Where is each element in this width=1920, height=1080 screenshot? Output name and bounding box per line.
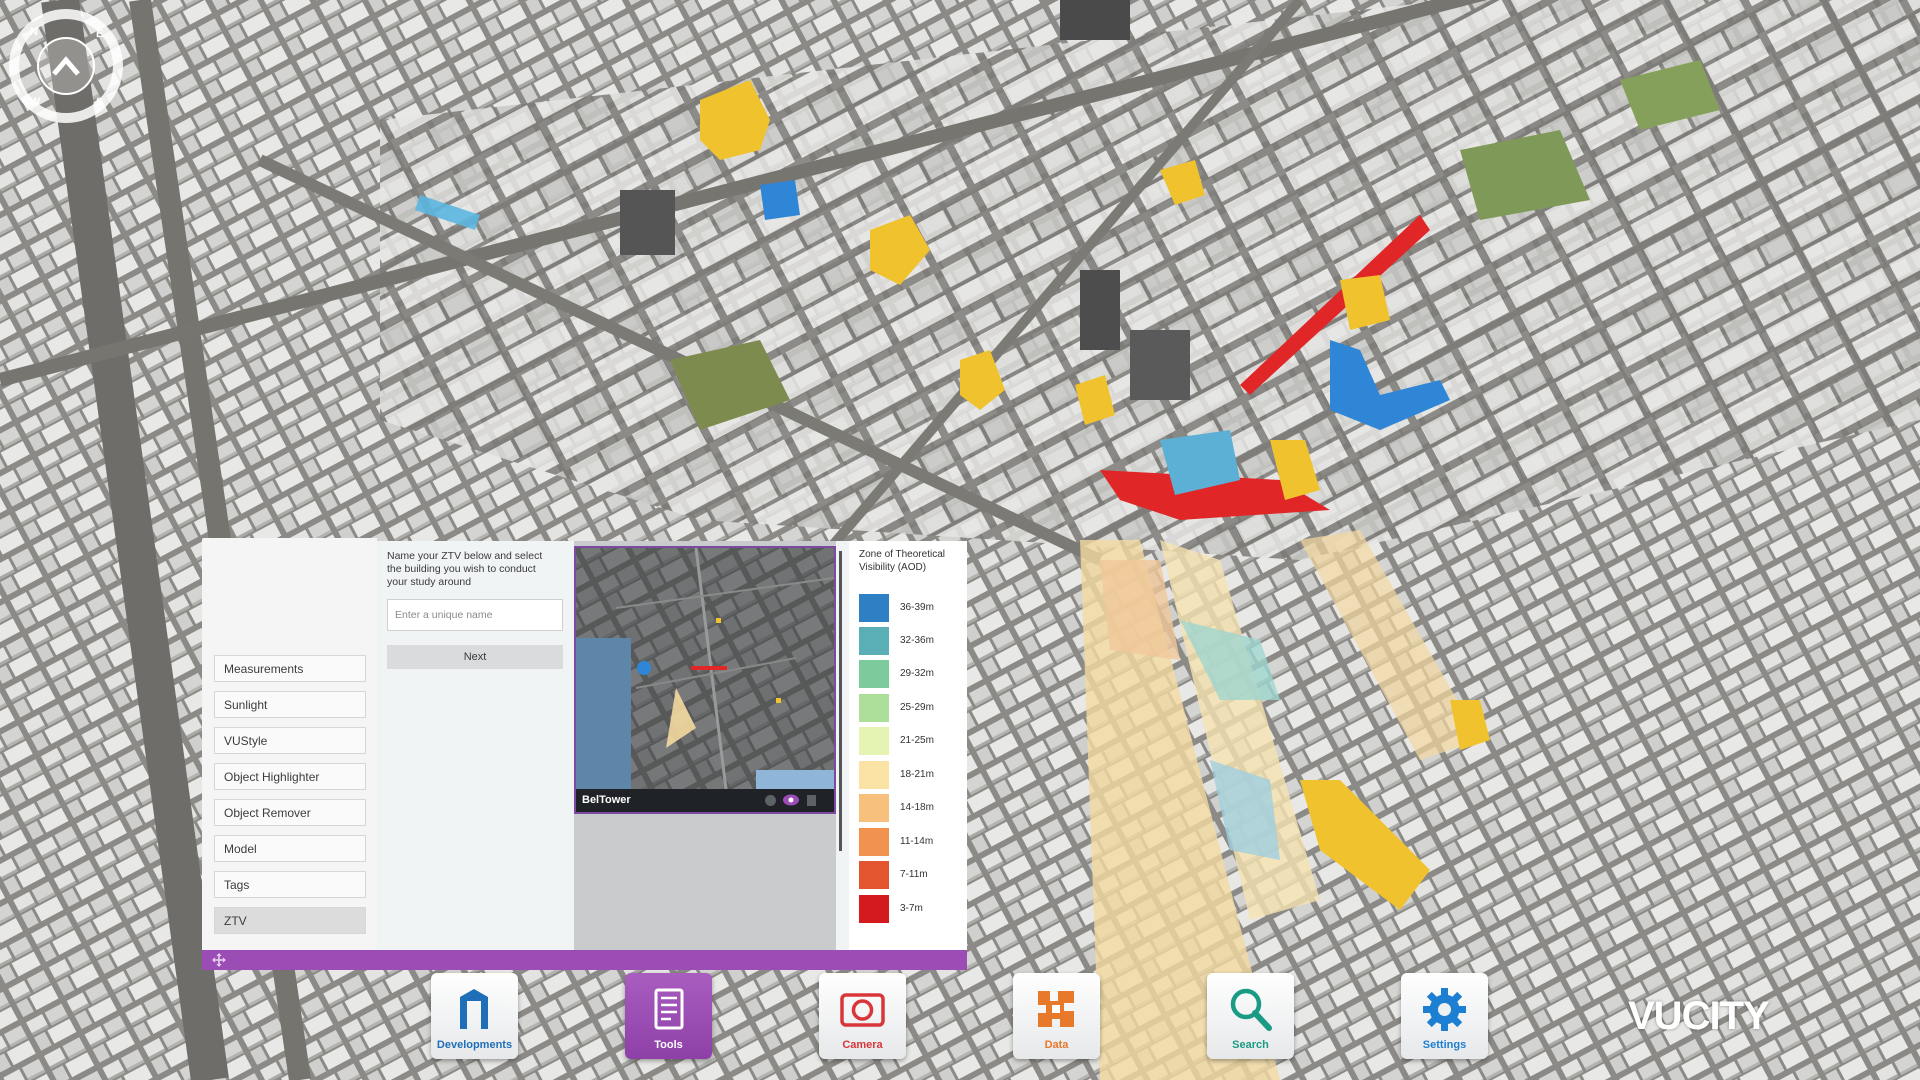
move-handle-icon[interactable] (212, 953, 226, 967)
legend-label: 36-39m (900, 602, 934, 613)
tools-icon (644, 985, 693, 1034)
legend-swatch (859, 594, 889, 622)
legend-swatch (859, 727, 889, 755)
legend-swatch (859, 794, 889, 822)
info-icon[interactable] (764, 794, 777, 807)
legend-swatch (859, 828, 889, 856)
legend-label: 29-32m (900, 668, 934, 679)
panel-footer-bar[interactable] (202, 950, 967, 970)
building-thumbnail-card[interactable]: BelTower (574, 546, 836, 814)
vucity-logo: VUCITY (1628, 994, 1769, 1039)
legend-label: 11-14m (900, 836, 933, 847)
compass-west-label: W (30, 96, 40, 108)
search-label: Search (1207, 1039, 1294, 1051)
legend-swatch (859, 660, 889, 688)
settings-icon (1420, 985, 1469, 1034)
data-button[interactable]: Data (1013, 973, 1100, 1059)
legend-label: 18-21m (900, 769, 934, 780)
developments-label: Developments (431, 1039, 518, 1051)
settings-button[interactable]: Settings (1401, 973, 1488, 1059)
building-name: BelTower (582, 794, 631, 806)
legend-label: 7-11m (900, 869, 928, 880)
tools-button[interactable]: Tools (625, 973, 712, 1059)
tool-model[interactable]: Model (214, 835, 366, 862)
tool-sunlight[interactable]: Sunlight (214, 691, 366, 718)
compass-east-label: E (96, 28, 103, 40)
legend-swatch (859, 895, 889, 923)
tool-measurements[interactable]: Measurements (214, 655, 366, 682)
legend-label: 21-25m (900, 735, 934, 746)
ztv-name-input[interactable] (387, 599, 563, 631)
delete-icon[interactable] (806, 793, 817, 807)
legend-label: 3-7m (900, 903, 923, 914)
data-label: Data (1013, 1039, 1100, 1051)
search-icon (1226, 985, 1275, 1034)
camera-label: Camera (819, 1039, 906, 1051)
camera-button[interactable]: Camera (819, 973, 906, 1059)
legend-label: 14-18m (900, 802, 934, 813)
tool-object-highlighter[interactable]: Object Highlighter (214, 763, 366, 790)
legend-label: 32-36m (900, 635, 934, 646)
visibility-eye-icon[interactable] (782, 793, 800, 807)
legend-swatch (859, 627, 889, 655)
compass-south-label: S (96, 96, 103, 108)
legend-swatch (859, 694, 889, 722)
data-icon (1032, 985, 1081, 1034)
scrollbar[interactable] (839, 551, 842, 851)
tools-menu: Measurements Sunlight VUStyle Object Hig… (202, 538, 377, 950)
legend-label: 25-29m (900, 702, 934, 713)
building-thumbnail-image (576, 548, 834, 789)
compass-north-label: N (30, 26, 38, 38)
tool-ztv[interactable]: ZTV (214, 907, 366, 934)
ztv-instructions: Name your ZTV below and select the build… (387, 550, 559, 589)
ztv-panel: Name your ZTV below and select the build… (377, 541, 967, 950)
tool-tags[interactable]: Tags (214, 871, 366, 898)
legend-swatch (859, 861, 889, 889)
compass[interactable]: N E S W (8, 8, 124, 124)
tool-object-remover[interactable]: Object Remover (214, 799, 366, 826)
developments-icon (450, 985, 499, 1034)
tools-label: Tools (625, 1039, 712, 1051)
search-button[interactable]: Search (1207, 973, 1294, 1059)
camera-icon (838, 985, 887, 1034)
compass-icon (8, 8, 124, 124)
next-button[interactable]: Next (387, 645, 563, 669)
ztv-legend: Zone of Theoretical Visibility (AOD) 36-… (849, 541, 967, 950)
developments-button[interactable]: Developments (431, 973, 518, 1059)
tool-vustyle[interactable]: VUStyle (214, 727, 366, 754)
legend-swatch (859, 761, 889, 789)
legend-title: Zone of Theoretical Visibility (AOD) (859, 549, 959, 574)
settings-label: Settings (1401, 1039, 1488, 1051)
thumbnail-footer: BelTower (576, 789, 834, 812)
